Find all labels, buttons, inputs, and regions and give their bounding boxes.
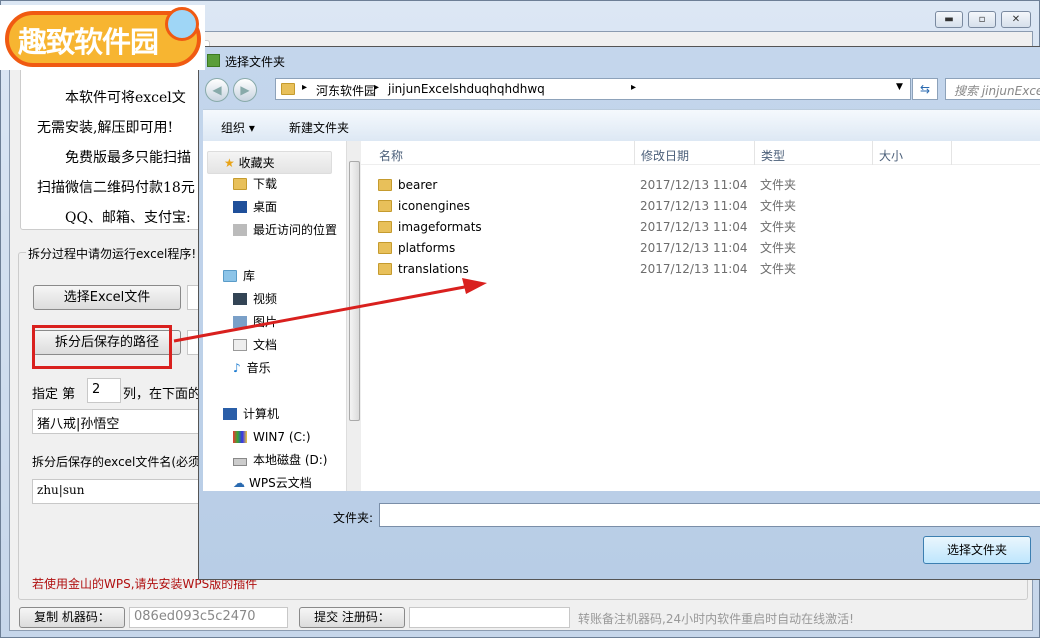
annotation-arrow [173,278,487,343]
